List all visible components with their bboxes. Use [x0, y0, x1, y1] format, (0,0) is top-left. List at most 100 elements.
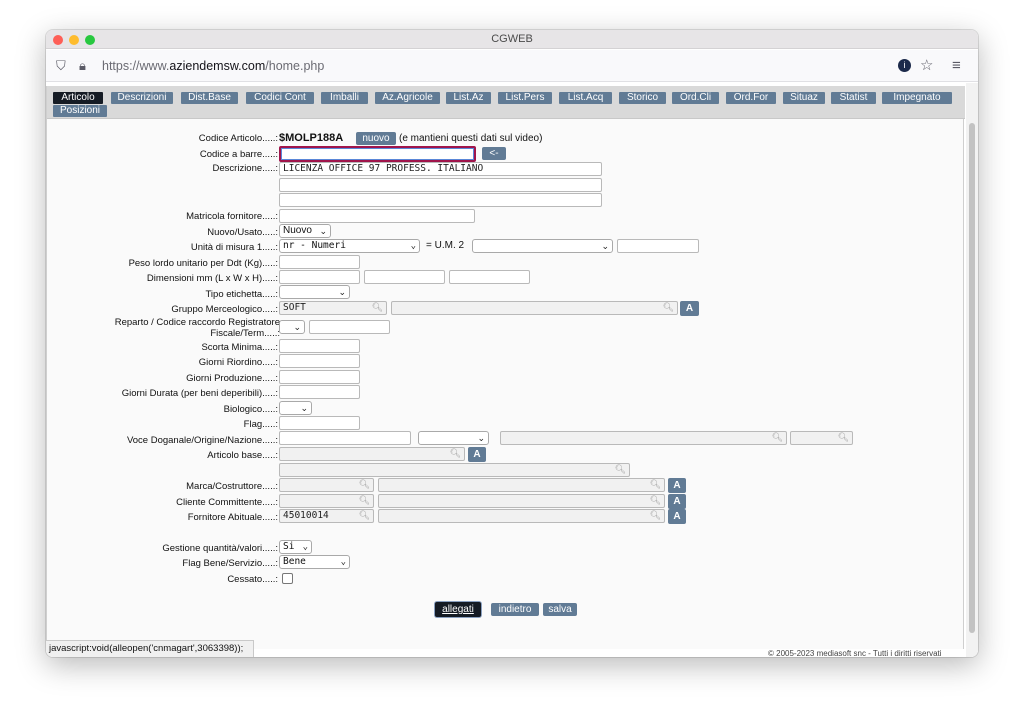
codice-barre-label: Codice a barre.....:	[199, 149, 278, 160]
tipo-etichetta-select[interactable]: ⌄	[279, 285, 350, 299]
durata-input[interactable]	[279, 385, 360, 399]
allegati-button[interactable]: allegati	[435, 602, 481, 617]
menu-icon[interactable]: ≡	[952, 58, 961, 74]
flag-label: Flag.....:	[243, 419, 278, 430]
barcode-input[interactable]	[279, 146, 476, 162]
tab-ord-for[interactable]: Ord.For	[726, 92, 776, 104]
peso-input[interactable]	[279, 255, 360, 269]
barcode-copy-button[interactable]: <-	[482, 147, 506, 160]
um2-select[interactable]: ⌄	[472, 239, 613, 253]
um2-extra-input[interactable]	[617, 239, 699, 253]
produzione-input[interactable]	[279, 370, 360, 384]
search-icon[interactable]: 🔍︎	[772, 432, 783, 444]
matricola-input[interactable]	[279, 209, 475, 223]
tab-ord-cli[interactable]: Ord.Cli	[672, 92, 719, 104]
salva-button[interactable]: salva	[543, 603, 577, 616]
tab-codici-cont[interactable]: Codici Cont	[246, 92, 314, 104]
cliente-add-button[interactable]: A	[668, 494, 686, 509]
search-icon[interactable]: 🔍︎	[372, 302, 383, 314]
lock-icon[interactable]: 🔒︎	[79, 58, 86, 74]
tab-statist[interactable]: Statist	[831, 92, 876, 104]
password-manager-icon[interactable]: i	[898, 59, 911, 72]
unita-misura-select[interactable]: nr - Numeri ⌄	[279, 239, 420, 253]
marca-desc-input[interactable]: 🔍︎	[378, 478, 665, 492]
maximize-window-button[interactable]	[85, 35, 95, 45]
close-window-button[interactable]	[53, 35, 63, 45]
nuovo-usato-select[interactable]: Nuovo ⌄	[279, 224, 331, 238]
indietro-button[interactable]: indietro	[491, 603, 539, 616]
riordino-input[interactable]	[279, 354, 360, 368]
tab-az-agricole[interactable]: Az.Agricole	[375, 92, 440, 104]
keep-data-note: (e mantieni questi dati sul video)	[399, 133, 543, 144]
biologico-select[interactable]: ⌄	[279, 401, 312, 415]
origine-select[interactable]: ⌄	[418, 431, 489, 445]
fornitore-desc-input[interactable]: 🔍︎	[378, 509, 665, 523]
shield-icon[interactable]: ⛉	[56, 58, 66, 74]
tab-list-acq[interactable]: List.Acq	[559, 92, 612, 104]
cliente-desc-input[interactable]: 🔍︎	[378, 494, 665, 508]
tab-storico[interactable]: Storico	[619, 92, 666, 104]
search-icon[interactable]: 🔍︎	[838, 432, 849, 444]
scrollbar-thumb[interactable]	[969, 123, 975, 633]
reparto-extra-input[interactable]	[309, 320, 390, 334]
nuovo-usato-label: Nuovo/Usato.....:	[207, 227, 278, 238]
search-icon[interactable]: 🔍︎	[359, 495, 370, 507]
vertical-scrollbar[interactable]	[966, 83, 978, 657]
tab-articolo[interactable]: Articolo	[53, 92, 103, 104]
tab-strip: Articolo Descrizioni Dist.Base Codici Co…	[47, 86, 965, 119]
gestione-select[interactable]: Si ⌄	[279, 540, 312, 554]
search-icon[interactable]: 🔍︎	[615, 464, 626, 476]
bene-servizio-select[interactable]: Bene ⌄	[279, 555, 350, 569]
dimensione-h-input[interactable]	[449, 270, 530, 284]
tab-situaz[interactable]: Situaz	[783, 92, 825, 104]
marca-code-input[interactable]: 🔍︎	[279, 478, 374, 492]
fornitore-add-button[interactable]: A	[668, 509, 686, 524]
tab-impegnato[interactable]: Impegnato	[882, 92, 952, 104]
minimize-window-button[interactable]	[69, 35, 79, 45]
tab-dist-base[interactable]: Dist.Base	[181, 92, 238, 104]
nazione-input[interactable]: 🔍︎	[500, 431, 787, 445]
fornitore-code-input[interactable]: 45010014 🔍︎	[279, 509, 374, 523]
tab-list-az[interactable]: List.Az	[446, 92, 491, 104]
description-line-3[interactable]	[279, 193, 602, 207]
articolo-base-add-button[interactable]: A	[468, 447, 486, 462]
gestione-label: Gestione quantità/valori.....:	[162, 543, 278, 554]
nazione-code-input[interactable]: 🔍︎	[790, 431, 853, 445]
um2-label: = U.M. 2	[426, 240, 465, 251]
search-icon[interactable]: 🔍︎	[359, 479, 370, 491]
search-icon[interactable]: 🔍︎	[450, 448, 461, 460]
tab-descrizioni[interactable]: Descrizioni	[111, 92, 173, 104]
gruppo-label: Gruppo Merceologico.....:	[171, 304, 278, 315]
unita-misura-label: Unità di misura 1.....:	[190, 242, 278, 253]
gruppo-add-button[interactable]: A	[680, 301, 699, 316]
gruppo-code-input[interactable]: SOFT 🔍︎	[279, 301, 387, 315]
marca-label: Marca/Costruttore.....:	[186, 481, 278, 492]
search-icon[interactable]: 🔍︎	[650, 479, 661, 491]
dimensione-l-input[interactable]	[279, 270, 360, 284]
articolo-base-input[interactable]: 🔍︎	[279, 447, 465, 461]
search-icon[interactable]: 🔍︎	[359, 510, 370, 522]
codice-articolo-label: Codice Articolo.....:	[198, 133, 278, 144]
dimensioni-label: Dimensioni mm (L x W x H).....:	[146, 273, 278, 284]
tab-list-pers[interactable]: List.Pers	[498, 92, 552, 104]
nuovo-button[interactable]: nuovo	[356, 132, 396, 145]
tab-imballi[interactable]: Imballi	[321, 92, 368, 104]
description-line-1[interactable]: LICENZA OFFICE 97 PROFESS. ITALIANO	[279, 162, 602, 176]
marca-add-button[interactable]: A	[668, 478, 686, 493]
cessato-checkbox[interactable]	[282, 573, 293, 584]
cliente-code-input[interactable]: 🔍︎	[279, 494, 374, 508]
search-icon[interactable]: 🔍︎	[663, 302, 674, 314]
tab-posizioni[interactable]: Posizioni	[53, 105, 107, 117]
search-icon[interactable]: 🔍︎	[650, 510, 661, 522]
flag-input[interactable]	[279, 416, 360, 430]
url-field[interactable]: https://www.aziendemsw.com/home.php	[102, 58, 324, 74]
reparto-select[interactable]: ⌄	[279, 320, 305, 334]
scorta-input[interactable]	[279, 339, 360, 353]
dimensione-w-input[interactable]	[364, 270, 445, 284]
description-line-2[interactable]	[279, 178, 602, 192]
voce-doganale-input[interactable]	[279, 431, 411, 445]
search-icon[interactable]: 🔍︎	[650, 495, 661, 507]
gruppo-desc-input[interactable]: 🔍︎	[391, 301, 678, 315]
bookmark-star-icon[interactable]: ☆	[920, 58, 933, 74]
articolo-base-desc-input[interactable]: 🔍︎	[279, 463, 630, 477]
